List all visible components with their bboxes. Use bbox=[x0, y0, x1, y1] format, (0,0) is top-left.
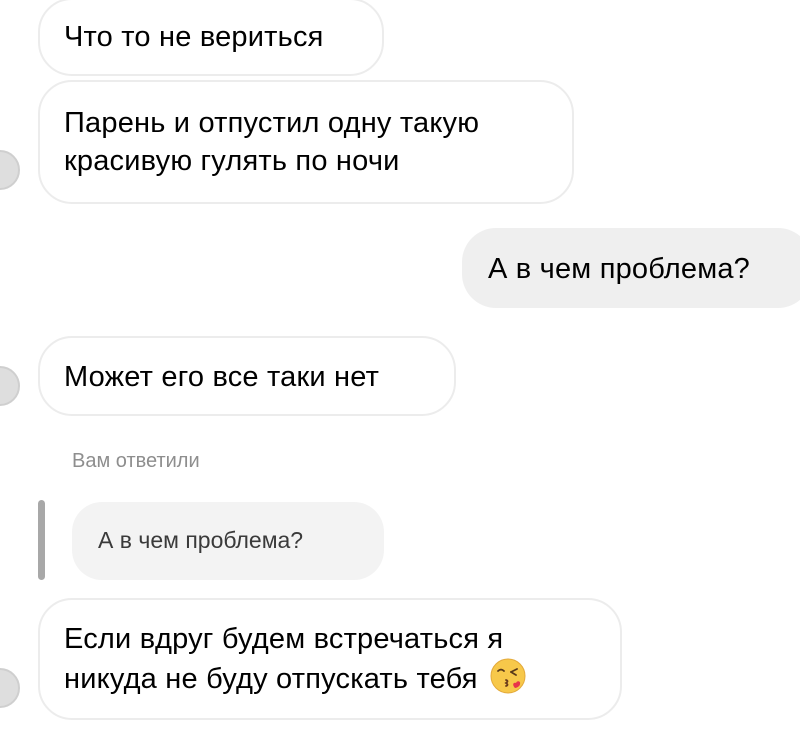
message-text-line: красивую гулять по ночи bbox=[64, 145, 400, 177]
face-blowing-kiss-icon bbox=[490, 658, 526, 694]
reply-indicator-bar bbox=[38, 500, 45, 580]
message-text: Что то не вериться bbox=[64, 21, 324, 53]
sender-avatar[interactable] bbox=[0, 366, 20, 406]
sender-avatar[interactable] bbox=[0, 668, 20, 708]
reply-label: Вам ответили bbox=[72, 450, 200, 472]
incoming-message-bubble[interactable]: Парень и отпустил одну такую красивую гу… bbox=[38, 80, 574, 204]
quoted-message-text: А в чем проблема? bbox=[98, 527, 304, 553]
quoted-message-bubble[interactable]: А в чем проблема? bbox=[72, 502, 384, 580]
incoming-message-bubble[interactable]: Что то не вериться bbox=[38, 0, 384, 76]
incoming-message-bubble[interactable]: Может его все таки нет bbox=[38, 336, 456, 416]
message-text: Может его все таки нет bbox=[64, 361, 380, 393]
message-text-line: Парень и отпустил одну такую bbox=[64, 107, 480, 139]
message-text: А в чем проблема? bbox=[488, 253, 751, 285]
incoming-message-bubble[interactable]: Если вдруг будем встречаться я никуда не… bbox=[38, 598, 622, 720]
message-text-line: Если вдруг будем встречаться я bbox=[64, 623, 504, 655]
outgoing-message-bubble[interactable]: А в чем проблема? bbox=[462, 228, 800, 308]
message-text-line: никуда не буду отпускать тебя bbox=[64, 663, 478, 695]
sender-avatar[interactable] bbox=[0, 150, 20, 190]
